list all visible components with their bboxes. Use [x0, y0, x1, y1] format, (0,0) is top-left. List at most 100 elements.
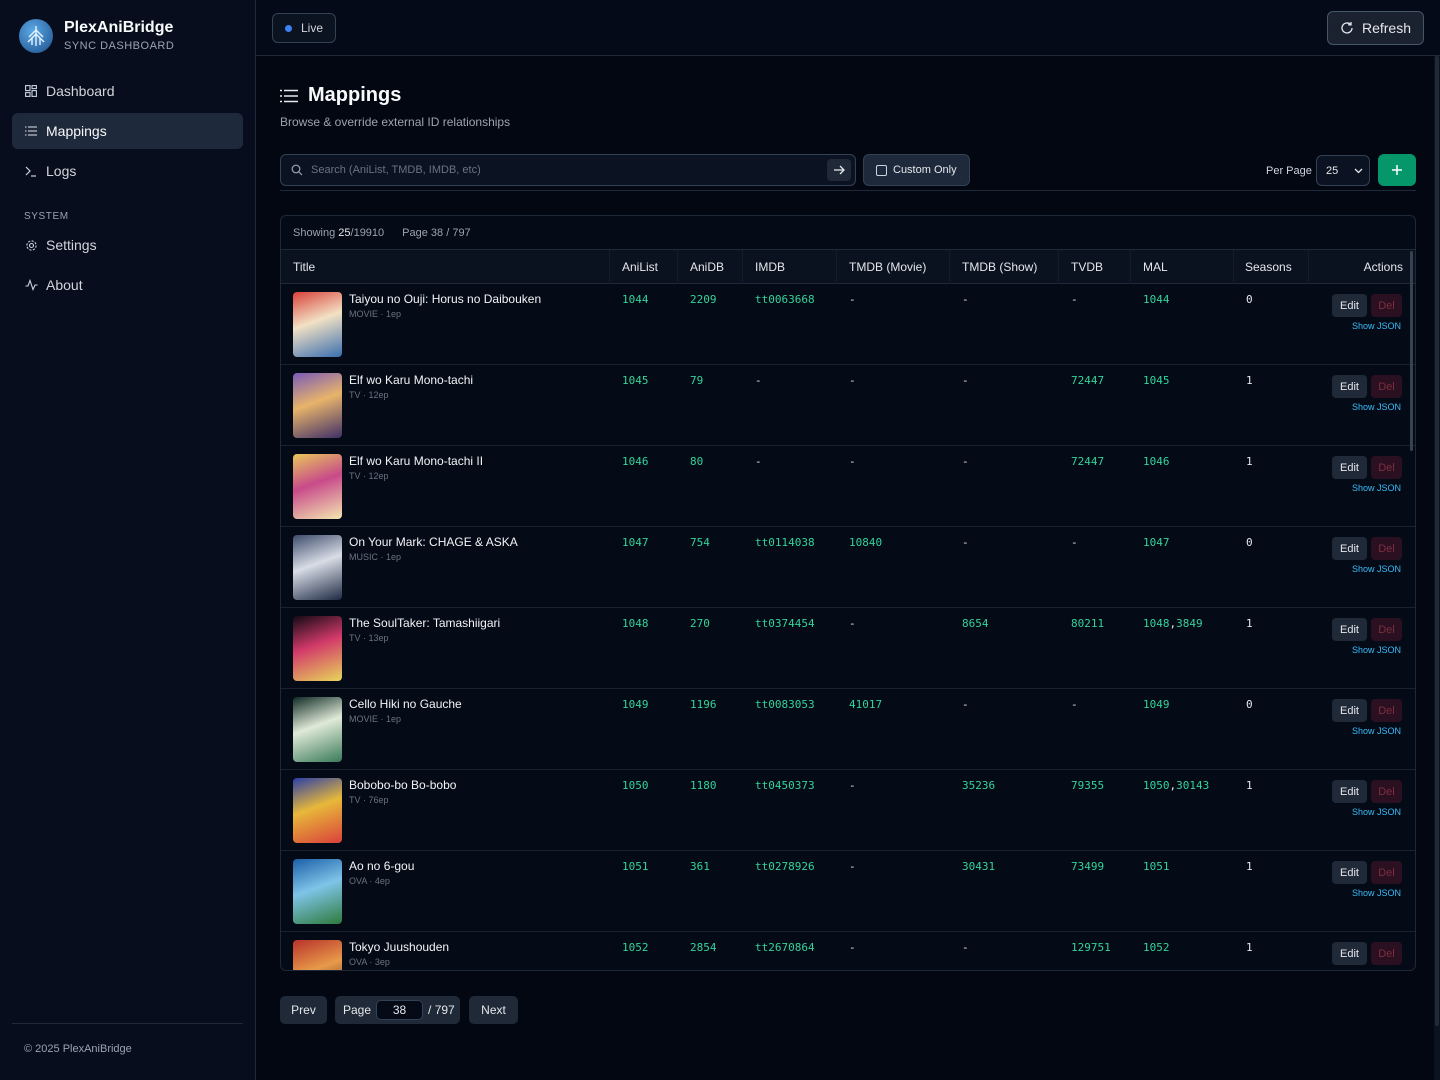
show-json-link[interactable]: Show JSON: [1352, 807, 1401, 817]
cell-anilist[interactable]: 1050: [622, 779, 649, 792]
mal-id[interactable]: 30143: [1176, 779, 1209, 792]
per-page-select[interactable]: 25: [1316, 155, 1370, 186]
cell-mal[interactable]: 1051: [1143, 860, 1170, 873]
edit-button[interactable]: Edit: [1332, 537, 1367, 560]
cell-tvdb[interactable]: 72447: [1071, 374, 1104, 387]
column-header-anilist[interactable]: AniList: [610, 250, 678, 284]
cell-anilist[interactable]: 1047: [622, 536, 649, 549]
delete-button[interactable]: Del: [1371, 375, 1402, 398]
cell-mal[interactable]: 1049: [1143, 698, 1170, 711]
column-header-tmdb-show[interactable]: TMDB (Show): [950, 250, 1059, 284]
show-json-link[interactable]: Show JSON: [1352, 564, 1401, 574]
edit-button[interactable]: Edit: [1332, 861, 1367, 884]
cell-anilist[interactable]: 1051: [622, 860, 649, 873]
row-title[interactable]: Cello Hiki no Gauche: [349, 697, 462, 711]
nav-item-dashboard[interactable]: Dashboard: [12, 73, 243, 109]
row-title[interactable]: The SoulTaker: Tamashiigari: [349, 616, 500, 630]
checkbox-icon[interactable]: [876, 164, 887, 176]
show-json-link[interactable]: Show JSON: [1352, 969, 1401, 970]
cell-tmdb-movie[interactable]: 10840: [849, 536, 882, 549]
edit-button[interactable]: Edit: [1332, 294, 1367, 317]
delete-button[interactable]: Del: [1371, 861, 1402, 884]
cell-tmdb-movie[interactable]: 41017: [849, 698, 882, 711]
cell-imdb[interactable]: tt0114038: [755, 536, 815, 549]
cell-anilist[interactable]: 1052: [622, 941, 649, 954]
custom-only-toggle[interactable]: Custom Only: [863, 154, 970, 186]
column-header-mal[interactable]: MAL: [1131, 250, 1234, 284]
live-status-badge[interactable]: Live: [272, 13, 337, 43]
delete-button[interactable]: Del: [1371, 456, 1402, 479]
show-json-link[interactable]: Show JSON: [1352, 483, 1401, 493]
row-title[interactable]: Elf wo Karu Mono-tachi II: [349, 454, 483, 468]
cell-tvdb[interactable]: 129751: [1071, 941, 1111, 954]
show-json-link[interactable]: Show JSON: [1352, 645, 1401, 655]
cell-anidb[interactable]: 361: [690, 860, 710, 873]
cell-mal[interactable]: 1044: [1143, 293, 1170, 306]
edit-button[interactable]: Edit: [1332, 780, 1367, 803]
mal-id[interactable]: 1048: [1143, 617, 1170, 630]
cell-anidb[interactable]: 2854: [690, 941, 717, 954]
delete-button[interactable]: Del: [1371, 699, 1402, 722]
cell-imdb[interactable]: tt0063668: [755, 293, 815, 306]
cell-mal[interactable]: 1050,30143: [1143, 779, 1209, 792]
cell-anidb[interactable]: 754: [690, 536, 710, 549]
column-header-anidb[interactable]: AniDB: [678, 250, 743, 284]
cell-anilist[interactable]: 1045: [622, 374, 649, 387]
cell-tvdb[interactable]: 72447: [1071, 455, 1104, 468]
cell-tmdb-show[interactable]: 35236: [962, 779, 995, 792]
next-page-button[interactable]: Next: [469, 996, 518, 1024]
column-header-seasons[interactable]: Seasons: [1234, 250, 1309, 284]
page-number-input[interactable]: 38: [376, 1000, 424, 1020]
cell-mal[interactable]: 1052: [1143, 941, 1170, 954]
nav-item-about[interactable]: About: [12, 267, 243, 303]
column-header-title[interactable]: Title: [281, 250, 610, 284]
refresh-button[interactable]: Refresh: [1326, 11, 1424, 45]
cell-imdb[interactable]: tt0278926: [755, 860, 815, 873]
cell-imdb[interactable]: tt2670864: [755, 941, 815, 954]
cell-tmdb-show[interactable]: 30431: [962, 860, 995, 873]
table-scrollbar[interactable]: [1410, 251, 1413, 451]
row-title[interactable]: Taiyou no Ouji: Horus no Daibouken: [349, 292, 541, 306]
delete-button[interactable]: Del: [1371, 780, 1402, 803]
column-header-imdb[interactable]: IMDB: [743, 250, 837, 284]
show-json-link[interactable]: Show JSON: [1352, 726, 1401, 736]
edit-button[interactable]: Edit: [1332, 942, 1367, 965]
cell-tvdb[interactable]: 79355: [1071, 779, 1104, 792]
nav-item-logs[interactable]: Logs: [12, 153, 243, 189]
show-json-link[interactable]: Show JSON: [1352, 888, 1401, 898]
cell-mal[interactable]: 1045: [1143, 374, 1170, 387]
delete-button[interactable]: Del: [1371, 294, 1402, 317]
row-title[interactable]: Ao no 6-gou: [349, 859, 414, 873]
show-json-link[interactable]: Show JSON: [1352, 321, 1401, 331]
row-title[interactable]: Tokyo Juushouden: [349, 940, 449, 954]
cell-anidb[interactable]: 270: [690, 617, 710, 630]
cell-anilist[interactable]: 1048: [622, 617, 649, 630]
cell-imdb[interactable]: tt0450373: [755, 779, 815, 792]
cell-imdb[interactable]: tt0083053: [755, 698, 815, 711]
brand[interactable]: PlexAniBridge SYNC DASHBOARD: [19, 18, 174, 53]
column-header-tmdb-movie[interactable]: TMDB (Movie): [837, 250, 950, 284]
delete-button[interactable]: Del: [1371, 537, 1402, 560]
edit-button[interactable]: Edit: [1332, 699, 1367, 722]
row-title[interactable]: On Your Mark: CHAGE & ASKA: [349, 535, 518, 549]
row-title[interactable]: Bobobo-bo Bo-bobo: [349, 778, 456, 792]
delete-button[interactable]: Del: [1371, 618, 1402, 641]
mal-id[interactable]: 1050: [1143, 779, 1170, 792]
cell-tmdb-show[interactable]: 8654: [962, 617, 989, 630]
add-mapping-button[interactable]: [1378, 154, 1416, 186]
prev-page-button[interactable]: Prev: [280, 996, 327, 1024]
search-input[interactable]: [311, 164, 811, 176]
cell-anilist[interactable]: 1049: [622, 698, 649, 711]
search-submit-button[interactable]: [827, 159, 851, 181]
edit-button[interactable]: Edit: [1332, 375, 1367, 398]
cell-anidb[interactable]: 1196: [690, 698, 717, 711]
cell-anidb[interactable]: 80: [690, 455, 703, 468]
nav-item-settings[interactable]: Settings: [12, 227, 243, 263]
cell-tvdb[interactable]: 73499: [1071, 860, 1104, 873]
cell-mal[interactable]: 1047: [1143, 536, 1170, 549]
cell-anilist[interactable]: 1046: [622, 455, 649, 468]
cell-anidb[interactable]: 79: [690, 374, 703, 387]
cell-anidb[interactable]: 2209: [690, 293, 717, 306]
delete-button[interactable]: Del: [1371, 942, 1402, 965]
edit-button[interactable]: Edit: [1332, 618, 1367, 641]
